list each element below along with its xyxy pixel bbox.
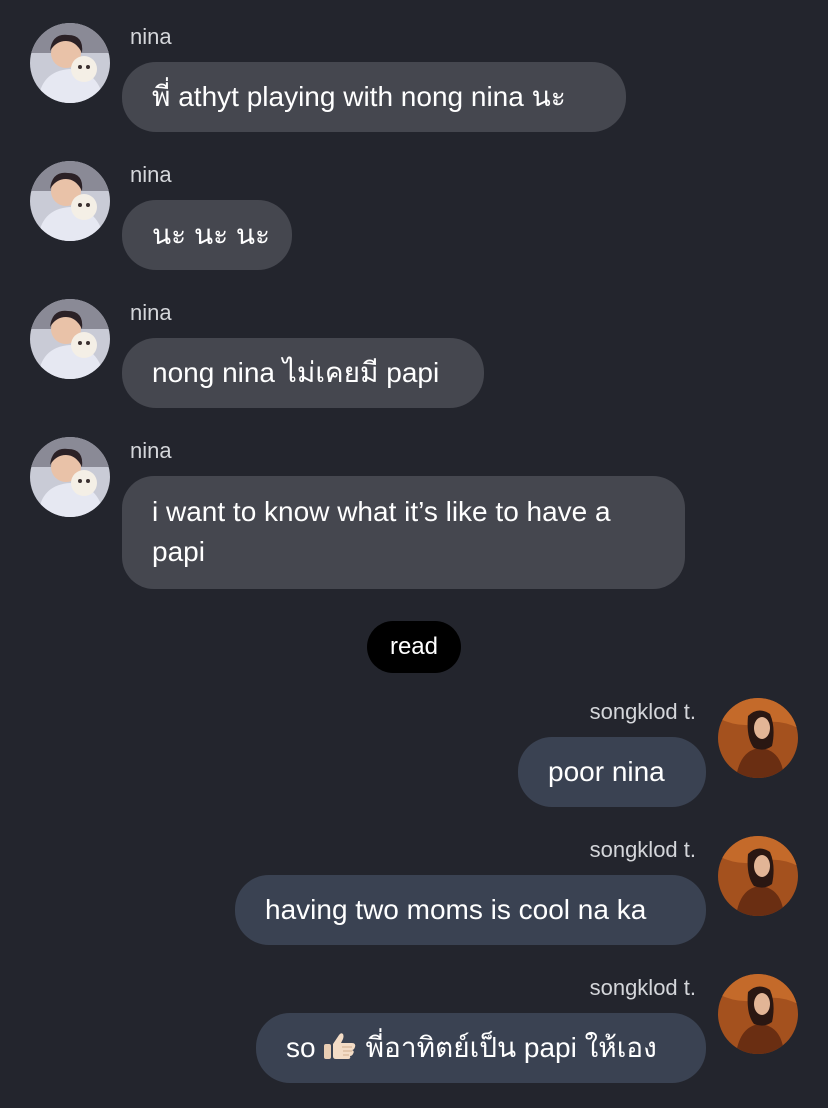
sender-name: nina (130, 162, 172, 187)
sender-name: songklod t. (589, 837, 696, 862)
message-bubble-outgoing[interactable]: so พี่อาทิตย์เป็น papi ให้เอง (256, 1013, 706, 1083)
message-bubble-outgoing[interactable]: poor nina (518, 737, 706, 807)
message-bubble-incoming[interactable]: nong nina ไม่เคยมี papi (122, 338, 484, 408)
avatar-nina-image (30, 161, 110, 241)
message-bubble-incoming[interactable]: นะ นะ นะ (122, 200, 292, 270)
avatar-songklod[interactable] (718, 698, 798, 778)
avatar-nina[interactable] (30, 23, 110, 103)
avatar-nina[interactable] (30, 161, 110, 241)
sender-name: nina (130, 300, 172, 325)
avatar-songklod[interactable] (718, 974, 798, 1054)
thumbs-up-icon (322, 1031, 358, 1061)
avatar-songklod[interactable] (718, 836, 798, 916)
avatar-nina[interactable] (30, 437, 110, 517)
avatar-nina-image (30, 437, 110, 517)
message-text: so (286, 1032, 316, 1063)
message-bubble-incoming[interactable]: i want to know what it’s like to have a … (122, 476, 685, 589)
read-receipt-badge: read (367, 621, 461, 673)
sender-name: nina (130, 438, 172, 463)
sender-name: songklod t. (589, 975, 696, 1000)
avatar-nina-image (30, 299, 110, 379)
message-bubble-incoming[interactable]: พี่ athyt playing with nong nina นะ (122, 62, 626, 132)
avatar-nina-image (30, 23, 110, 103)
avatar-songklod-image (718, 836, 798, 916)
message-bubble-outgoing[interactable]: having two moms is cool na ka (235, 875, 706, 945)
avatar-songklod-image (718, 698, 798, 778)
message-text: พี่อาทิตย์เป็น papi ให้เอง (365, 1032, 657, 1063)
sender-name: songklod t. (589, 699, 696, 724)
avatar-nina[interactable] (30, 299, 110, 379)
avatar-songklod-image (718, 974, 798, 1054)
sender-name: nina (130, 24, 172, 49)
